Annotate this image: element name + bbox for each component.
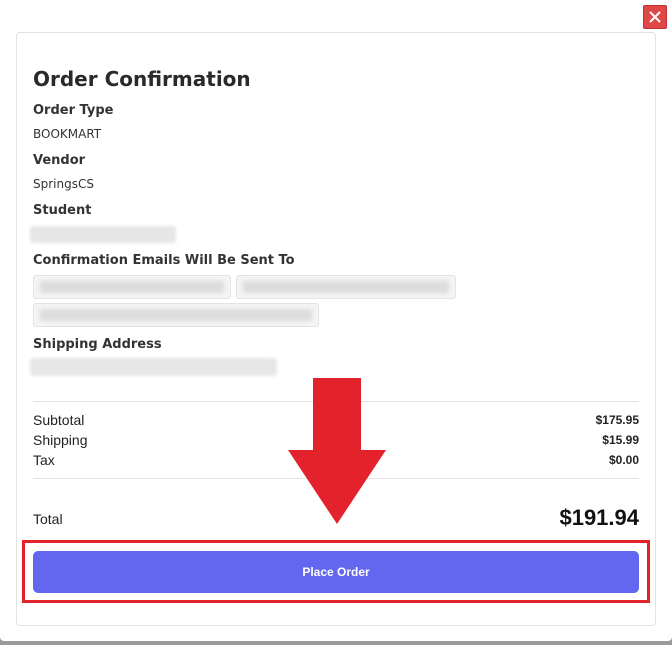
background-strip: [0, 641, 672, 645]
divider: [33, 401, 639, 402]
page-title: Order Confirmation: [33, 67, 251, 91]
subtotal-label: Subtotal: [33, 412, 85, 428]
shipping-label: Shipping: [33, 432, 88, 448]
close-button[interactable]: [643, 5, 667, 29]
subtotal-value: $175.95: [595, 413, 639, 427]
total-value: $191.94: [559, 505, 639, 530]
email-chip: [33, 303, 319, 327]
close-x-icon: [649, 11, 661, 23]
tax-value: $0.00: [608, 453, 639, 467]
emails-label: Confirmation Emails Will Be Sent To: [33, 253, 295, 268]
vendor-value: SpringsCS: [33, 177, 94, 191]
order-confirmation-modal: Order Confirmation Order Type BOOKMART V…: [0, 0, 672, 641]
divider: [33, 478, 639, 479]
shipping-address-redacted: [30, 358, 277, 376]
shipping-address-label: Shipping Address: [33, 337, 162, 352]
vendor-label: Vendor: [33, 153, 86, 168]
email-chip: [33, 275, 231, 299]
total-label: Total: [33, 511, 63, 527]
place-order-button[interactable]: Place Order: [33, 551, 639, 593]
email-chip: [236, 275, 456, 299]
tax-label: Tax: [33, 452, 55, 468]
student-label: Student: [33, 203, 92, 218]
order-type-value: BOOKMART: [33, 127, 102, 141]
shipping-value: $15.99: [602, 433, 639, 447]
order-card: [16, 32, 656, 626]
order-type-label: Order Type: [33, 103, 114, 118]
student-value-redacted: [30, 226, 176, 243]
